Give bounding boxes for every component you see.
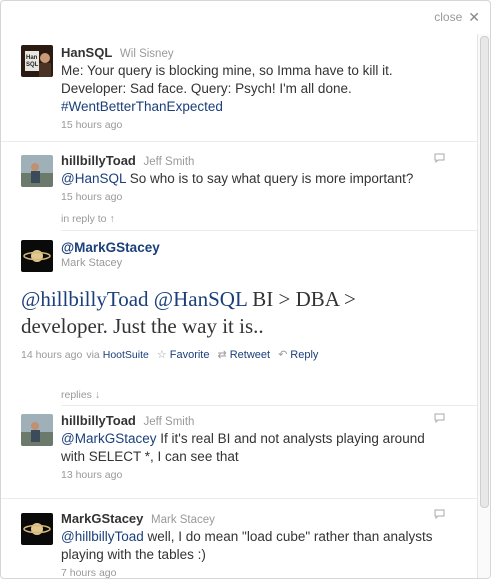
avatar[interactable] <box>21 155 53 187</box>
tweet-time[interactable]: 15 hours ago <box>61 191 467 203</box>
close-label: close <box>434 10 463 24</box>
reply-tweet: hillbillyToad Jeff Smith @MarkGStacey If… <box>1 410 477 499</box>
tweet-text-line2: with SELECT *, I can see that <box>61 449 239 464</box>
tweet-text: If it's real BI and not analysts playing… <box>156 431 425 446</box>
hashtag-link[interactable]: #WentBetterThanExpected <box>61 99 223 114</box>
favorite-label: Favorite <box>169 348 210 361</box>
via-label: via <box>86 348 100 361</box>
avatar[interactable]: Han SQL <box>21 45 53 77</box>
tweet-text-line2: playing with the tables :) <box>61 547 206 562</box>
tweet-screen-name[interactable]: hillbillyToad <box>61 153 136 168</box>
tweet-text: well, I do mean "load cube" rather than … <box>143 529 433 544</box>
tweet-full-name: Jeff Smith <box>143 416 195 428</box>
replies-label[interactable]: replies ↓ <box>61 389 100 401</box>
svg-text:Han: Han <box>26 55 38 61</box>
mention-link[interactable]: @MarkGStacey <box>61 431 156 446</box>
mention-link[interactable]: @HanSQL <box>154 287 247 311</box>
avatar[interactable] <box>21 414 53 446</box>
mention-link[interactable]: @hillbillyToad <box>61 529 144 544</box>
focused-tweet: @MarkGStacey Mark Stacey @hillbillyToad … <box>1 238 477 389</box>
panel-header: close ✕ <box>1 1 490 34</box>
mention-link[interactable]: @HanSQL <box>61 171 126 186</box>
tweet-text: Me: Your query is blocking mine, so Imma… <box>61 63 393 78</box>
retweet-icon: ⇄ <box>217 349 227 361</box>
tweet-text-line2: developer. Just the way it is.. <box>21 314 264 338</box>
tweet-text: BI > DBA > <box>247 287 356 311</box>
via-app-link[interactable]: HootSuite <box>103 349 149 361</box>
tweet-screen-name[interactable]: @MarkGStacey <box>61 240 160 255</box>
conversation-panel: close ✕ Han SQL HanSQL Wil Sisney Me: Yo… <box>0 0 491 579</box>
separator-line <box>61 230 477 231</box>
tweet-hillbillytoad: hillbillyToad Jeff Smith @HanSQL So who … <box>1 142 477 210</box>
in-reply-to-separator: in reply to ↑ <box>1 210 477 238</box>
tweet-time[interactable]: 13 hours ago <box>61 469 467 481</box>
reply-button[interactable]: ↶ Reply <box>278 348 319 362</box>
scrollbar[interactable] <box>477 34 490 578</box>
close-icon: ✕ <box>468 9 480 25</box>
tweet-text: So who is to say what query is more impo… <box>125 171 414 186</box>
reply-arrow-icon: ↶ <box>278 349 288 361</box>
tweet-full-name: Jeff Smith <box>143 156 195 168</box>
retweet-button[interactable]: ⇄ Retweet <box>217 348 271 362</box>
tweet-text-line2: Developer: Sad face. Query: Psych! I'm a… <box>61 81 352 96</box>
tweet-full-name: Wil Sisney <box>119 48 174 60</box>
tweet-screen-name[interactable]: hillbillyToad <box>61 413 136 428</box>
in-reply-to-label[interactable]: in reply to ↑ <box>61 213 115 225</box>
reply-tweet: MarkGStacey Mark Stacey @hillbillyToad w… <box>1 499 477 578</box>
tweet-screen-name[interactable]: MarkGStacey <box>61 511 143 526</box>
mention-link[interactable]: @hillbillyToad <box>21 287 149 311</box>
tweet-time[interactable]: 7 hours ago <box>61 567 467 578</box>
favorite-button[interactable]: ☆ Favorite <box>156 348 210 362</box>
star-icon: ☆ <box>156 349 167 361</box>
avatar[interactable] <box>21 513 53 545</box>
avatar[interactable] <box>21 240 53 272</box>
separator-line <box>61 405 477 406</box>
tweet-full-name: Mark Stacey <box>61 257 123 269</box>
tweet-time[interactable]: 15 hours ago <box>61 119 467 131</box>
tweet-full-name: Mark Stacey <box>151 514 215 526</box>
tweet-screen-name[interactable]: HanSQL <box>61 45 112 60</box>
conversation-scroll-area[interactable]: Han SQL HanSQL Wil Sisney Me: Your query… <box>1 34 477 578</box>
tweet-hansql: Han SQL HanSQL Wil Sisney Me: Your query… <box>1 34 477 142</box>
close-button[interactable]: close ✕ <box>434 10 480 24</box>
svg-text:SQL: SQL <box>26 62 39 68</box>
replies-separator: replies ↓ <box>1 389 477 410</box>
scrollbar-thumb[interactable] <box>480 36 489 508</box>
reply-label: Reply <box>290 348 319 361</box>
tweet-time[interactable]: 14 hours ago <box>21 349 82 361</box>
retweet-label: Retweet <box>229 348 271 361</box>
